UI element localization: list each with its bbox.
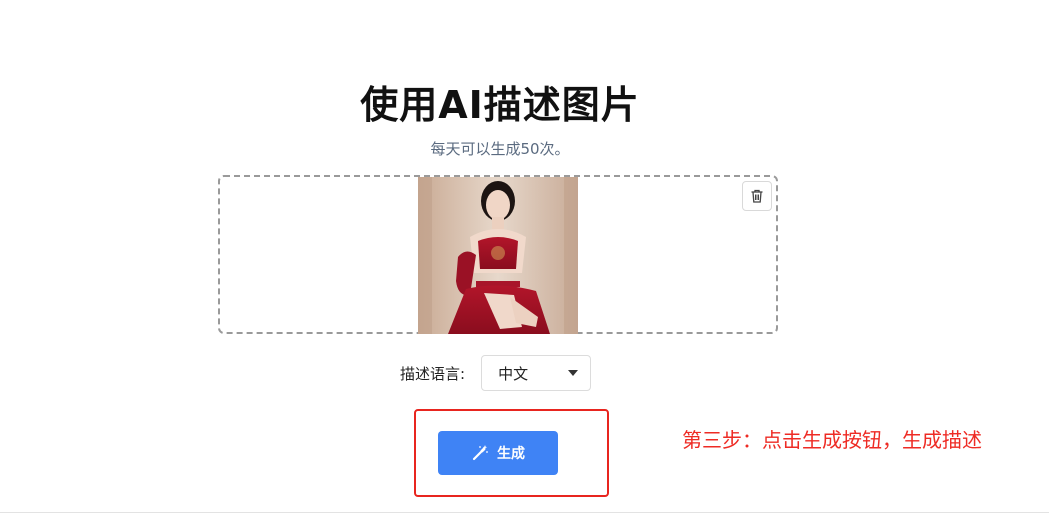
language-select[interactable]: 中文 [481,355,592,391]
language-selected-value: 中文 [498,364,529,383]
trash-icon [751,189,763,203]
language-selector-row: 描述语言: 中文 [400,355,592,391]
generate-button-label: 生成 [497,446,525,462]
uploaded-image-preview [418,177,578,334]
delete-image-button[interactable] [742,181,772,211]
bottom-divider [0,512,1049,513]
usage-limit-text: 每天可以生成50次。 [430,140,570,158]
image-upload-area[interactable] [218,175,778,334]
language-label: 描述语言: [400,364,466,383]
caret-down-icon [568,370,579,376]
generate-button[interactable]: 生成 [438,431,558,475]
instruction-annotation: 第三步：点击生成按钮，生成描述 [682,428,982,452]
uploaded-image [418,177,578,334]
magic-wand-icon [471,444,489,462]
page-title: 使用AI描述图片 [360,83,640,127]
